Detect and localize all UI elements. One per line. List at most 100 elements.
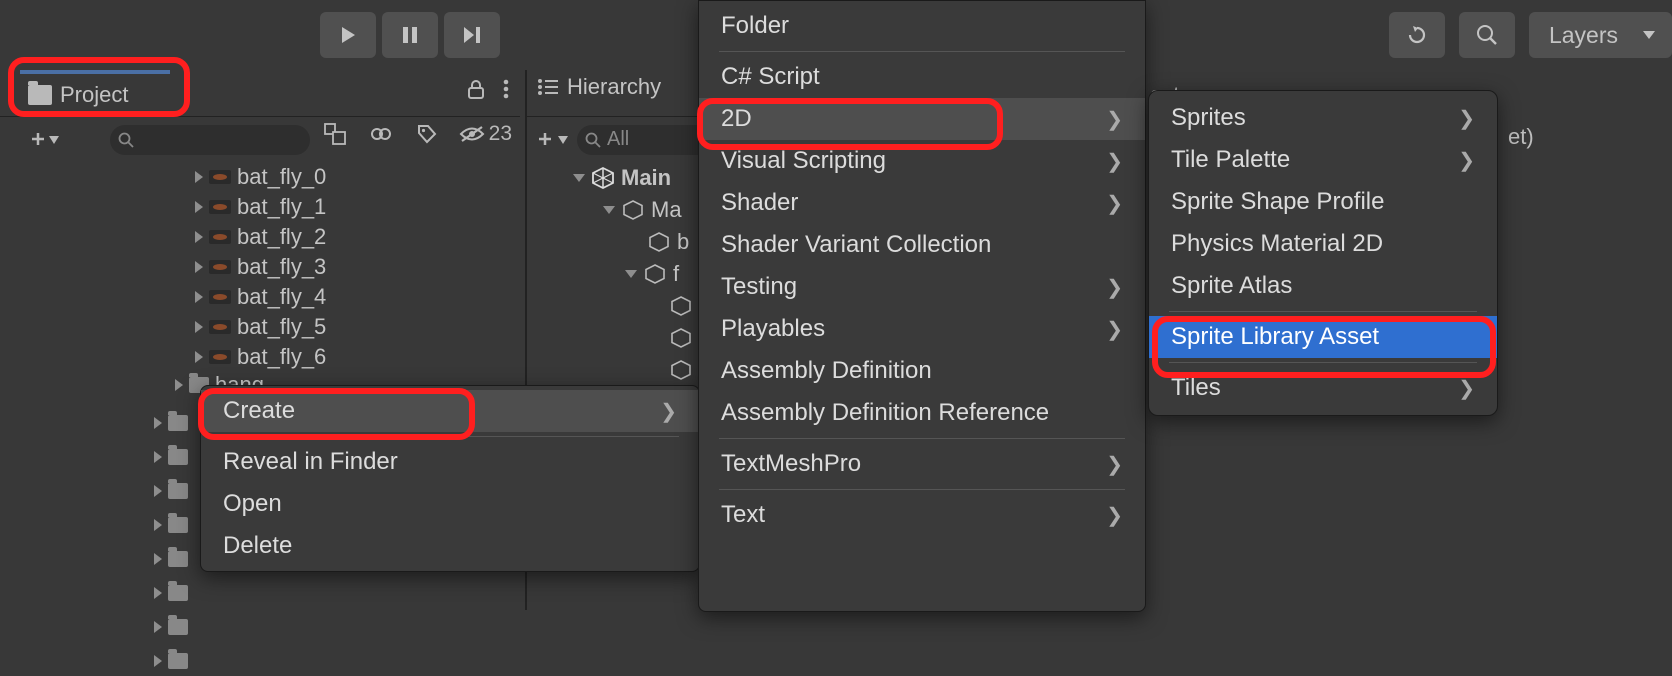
menu-item-shader[interactable]: Shader❯ (699, 182, 1145, 224)
asset-item[interactable]: bat_fly_3 (195, 252, 515, 282)
toggle-list-icon[interactable] (321, 120, 349, 148)
menu-item-sprite-shape[interactable]: Sprite Shape Profile (1149, 181, 1497, 223)
folder-item[interactable] (154, 476, 188, 506)
visibility-icon[interactable]: 23 (459, 120, 512, 148)
menu-item-visual-scripting[interactable]: Visual Scripting❯ (699, 140, 1145, 182)
folder-icon (168, 585, 188, 601)
hierarchy-tab[interactable]: Hierarchy (537, 74, 661, 100)
menu-item-text[interactable]: Text ❯ (699, 494, 1145, 536)
lock-icon[interactable] (466, 78, 486, 100)
menu-item-sprite-library-asset[interactable]: Sprite Library Asset (1149, 316, 1497, 358)
chevron-right-icon: ❯ (1106, 191, 1123, 216)
gameobject-icon (669, 326, 693, 350)
menu-item-sprites[interactable]: Sprites❯ (1149, 97, 1497, 139)
expand-icon[interactable] (195, 321, 203, 333)
menu-item-asm-def[interactable]: Assembly Definition (699, 350, 1145, 392)
menu-label: Tiles (1171, 374, 1221, 402)
menu-label: Playables (721, 315, 825, 343)
menu-label: Assembly Definition Reference (721, 399, 1049, 427)
expand-icon[interactable] (154, 621, 162, 633)
folder-item[interactable] (154, 442, 188, 472)
menu-label: Sprites (1171, 104, 1246, 132)
asset-item[interactable]: bat_fly_2 (195, 222, 515, 252)
menu-item-physics-2d[interactable]: Physics Material 2D (1149, 223, 1497, 265)
undo-history-button[interactable] (1389, 12, 1445, 58)
chevron-right-icon: ❯ (1458, 376, 1475, 401)
asset-label: bat_fly_1 (237, 194, 326, 220)
pause-button[interactable] (382, 12, 438, 58)
chevron-right-icon: ❯ (1106, 503, 1123, 528)
filter-type-icon[interactable] (367, 120, 395, 148)
expand-icon[interactable] (195, 201, 203, 213)
more-icon[interactable] (502, 78, 510, 100)
folder-icon (28, 85, 52, 105)
menu-item-testing[interactable]: Testing❯ (699, 266, 1145, 308)
menu-label: Sprite Shape Profile (1171, 188, 1384, 216)
expand-icon[interactable] (154, 485, 162, 497)
asset-item[interactable]: bat_fly_5 (195, 312, 515, 342)
asset-item[interactable]: bat_fly_4 (195, 282, 515, 312)
menu-item-shader-variant[interactable]: Shader Variant Collection (699, 224, 1145, 266)
menu-item-playables[interactable]: Playables❯ (699, 308, 1145, 350)
folder-item[interactable] (154, 578, 188, 608)
menu-item-asm-def-ref[interactable]: Assembly Definition Reference (699, 392, 1145, 434)
bg-text-et: et) (1508, 124, 1534, 150)
expand-icon[interactable] (195, 351, 203, 363)
menu-item-folder[interactable]: Folder (699, 5, 1145, 47)
menu-label: Shader Variant Collection (721, 231, 991, 259)
asset-list: bat_fly_0 bat_fly_1 bat_fly_2 bat_fly_3 … (195, 162, 515, 372)
layers-label: Layers (1549, 22, 1618, 49)
menu-item-create[interactable]: Create ❯ (201, 390, 699, 432)
filter-label-icon[interactable] (413, 120, 441, 148)
menu-item-open[interactable]: Open (201, 483, 699, 525)
search-button[interactable] (1459, 12, 1515, 58)
collapse-icon[interactable] (573, 174, 585, 182)
expand-icon[interactable] (195, 231, 203, 243)
project-search-input[interactable] (110, 125, 310, 155)
expand-icon[interactable] (195, 291, 203, 303)
add-dropdown-icon[interactable] (30, 130, 60, 150)
expand-icon[interactable] (154, 587, 162, 599)
collapse-icon[interactable] (625, 270, 637, 278)
gameobject-icon (643, 262, 667, 286)
expand-icon[interactable] (154, 553, 162, 565)
asset-item[interactable]: bat_fly_6 (195, 342, 515, 372)
menu-label: Reveal in Finder (223, 448, 398, 476)
folder-item[interactable] (154, 544, 188, 574)
folder-item[interactable] (154, 646, 188, 676)
expand-icon[interactable] (154, 451, 162, 463)
menu-item-reveal[interactable]: Reveal in Finder (201, 441, 699, 483)
expand-icon[interactable] (175, 379, 183, 391)
asset-item[interactable]: bat_fly_1 (195, 192, 515, 222)
expand-icon[interactable] (195, 261, 203, 273)
layers-dropdown[interactable]: Layers (1529, 12, 1672, 58)
menu-separator (1169, 362, 1477, 363)
chevron-right-icon: ❯ (1106, 107, 1123, 132)
menu-item-2d[interactable]: 2D❯ (699, 98, 1145, 140)
expand-icon[interactable] (195, 171, 203, 183)
menu-item-sprite-atlas[interactable]: Sprite Atlas (1149, 265, 1497, 307)
folder-item[interactable] (154, 408, 188, 438)
add-dropdown-icon[interactable] (537, 130, 571, 150)
folder-item[interactable] (154, 612, 188, 642)
project-tab[interactable]: Project (20, 74, 170, 116)
expand-icon[interactable] (154, 519, 162, 531)
menu-label: Text (721, 501, 765, 529)
collapse-icon[interactable] (603, 206, 615, 214)
menu-item-csharp[interactable]: C# Script (699, 56, 1145, 98)
step-button[interactable] (444, 12, 500, 58)
menu-item-delete[interactable]: Delete (201, 525, 699, 567)
sprite-thumb-icon (209, 290, 231, 304)
asset-item[interactable]: bat_fly_0 (195, 162, 515, 192)
menu-separator (719, 51, 1125, 52)
menu-item-tiles[interactable]: Tiles ❯ (1149, 367, 1497, 409)
menu-item-tmp[interactable]: TextMeshPro❯ (699, 443, 1145, 485)
sprite-thumb-icon (209, 350, 231, 364)
play-button[interactable] (320, 12, 376, 58)
expand-icon[interactable] (154, 655, 162, 667)
menu-item-tile-palette[interactable]: Tile Palette❯ (1149, 139, 1497, 181)
expand-icon[interactable] (154, 417, 162, 429)
menu-separator (719, 489, 1125, 490)
folder-item[interactable] (154, 510, 188, 540)
chevron-down-icon (1642, 30, 1656, 40)
